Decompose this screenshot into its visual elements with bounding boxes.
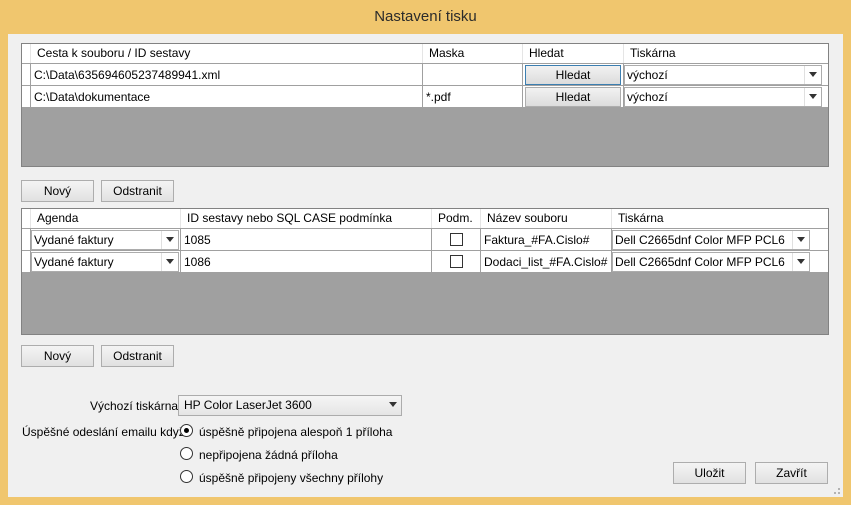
mask-cell[interactable] — [423, 64, 523, 86]
agenda-select-value: Vydané faktury — [34, 233, 114, 247]
table-row[interactable]: Vydané faktury 1085 Faktura_#FA.Cislo# D… — [22, 229, 828, 251]
default-printer-label: Výchozí tiskárna: — [90, 399, 182, 413]
agenda-cell: Vydané faktury — [31, 229, 181, 251]
table-row[interactable]: Vydané faktury 1086 Dodaci_list_#FA.Cisl… — [22, 251, 828, 273]
report-id-cell[interactable]: 1086 — [181, 251, 432, 273]
filename-cell[interactable]: Faktura_#FA.Cislo# — [481, 229, 612, 251]
printer-select-value: výchozí — [627, 90, 668, 104]
condition-checkbox[interactable] — [450, 255, 463, 268]
chevron-down-icon[interactable] — [161, 231, 178, 249]
grid1-remove-button[interactable]: Odstranit — [101, 180, 174, 202]
col-header-filename[interactable]: Název souboru — [481, 209, 612, 228]
printer-cell: výchozí — [624, 64, 828, 86]
close-button[interactable]: Zavřít — [755, 462, 828, 484]
table-row[interactable]: C:\Data\635694605237489941.xml Hledat vý… — [22, 64, 828, 86]
row-header-corner — [22, 209, 31, 228]
chevron-down-icon[interactable] — [385, 396, 401, 414]
row-selector[interactable] — [22, 251, 31, 273]
printer-select[interactable]: výchozí — [624, 65, 822, 85]
condition-cell — [432, 251, 481, 273]
chevron-down-icon[interactable] — [792, 231, 809, 249]
condition-checkbox[interactable] — [450, 233, 463, 246]
printer-cell: Dell C2665dnf Color MFP PCL6 — [612, 229, 828, 251]
col-header-report-id[interactable]: ID sestavy nebo SQL CASE podmínka — [181, 209, 432, 228]
chevron-down-icon[interactable] — [804, 66, 821, 84]
col-header-path[interactable]: Cesta k souboru / ID sestavy — [31, 44, 423, 63]
chevron-down-icon[interactable] — [792, 253, 809, 271]
printer-select[interactable]: Dell C2665dnf Color MFP PCL6 — [612, 230, 810, 250]
printer-select[interactable]: výchozí — [624, 87, 822, 107]
files-grid-header: Cesta k souboru / ID sestavy Maska Hleda… — [22, 44, 828, 64]
path-cell[interactable]: C:\Data\635694605237489941.xml — [31, 64, 423, 86]
col-header-printer[interactable]: Tiskárna — [624, 44, 828, 63]
printer-select-value: výchozí — [627, 68, 668, 82]
row-selector[interactable] — [22, 86, 31, 108]
printer-select-value: Dell C2665dnf Color MFP PCL6 — [615, 233, 785, 247]
chevron-down-icon[interactable] — [161, 253, 178, 271]
default-printer-value: HP Color LaserJet 3600 — [184, 398, 312, 412]
option-at-least-one-radio[interactable] — [180, 424, 193, 437]
col-header-search[interactable]: Hledat — [523, 44, 624, 63]
col-header-condition[interactable]: Podm. — [432, 209, 481, 228]
option-all-radio[interactable] — [180, 470, 193, 483]
printer-select-value: Dell C2665dnf Color MFP PCL6 — [615, 255, 785, 269]
option-none-label[interactable]: nepřipojena žádná příloha — [199, 448, 338, 462]
agenda-select-value: Vydané faktury — [34, 255, 114, 269]
option-none-radio[interactable] — [180, 447, 193, 460]
reports-grid[interactable]: Agenda ID sestavy nebo SQL CASE podmínka… — [21, 208, 829, 335]
col-header-agenda[interactable]: Agenda — [31, 209, 181, 228]
filename-cell[interactable]: Dodaci_list_#FA.Cislo# — [481, 251, 612, 273]
col-header-printer[interactable]: Tiskárna — [612, 209, 828, 228]
agenda-select[interactable]: Vydané faktury — [31, 252, 179, 272]
row-selector[interactable] — [22, 64, 31, 86]
reports-grid-header: Agenda ID sestavy nebo SQL CASE podmínka… — [22, 209, 828, 229]
report-id-cell[interactable]: 1085 — [181, 229, 432, 251]
option-at-least-one-label[interactable]: úspěšně připojena alespoň 1 příloha — [199, 425, 392, 439]
col-header-mask[interactable]: Maska — [423, 44, 523, 63]
default-printer-select[interactable]: HP Color LaserJet 3600 — [178, 395, 402, 416]
grid2-new-button[interactable]: Nový — [21, 345, 94, 367]
search-cell: Hledat — [523, 86, 624, 108]
dialog-client: Cesta k souboru / ID sestavy Maska Hleda… — [8, 34, 843, 497]
search-cell: Hledat — [523, 64, 624, 86]
printer-cell: výchozí — [624, 86, 828, 108]
path-cell[interactable]: C:\Data\dokumentace — [31, 86, 423, 108]
grid2-remove-button[interactable]: Odstranit — [101, 345, 174, 367]
mask-cell[interactable]: *.pdf — [423, 86, 523, 108]
files-grid[interactable]: Cesta k souboru / ID sestavy Maska Hleda… — [21, 43, 829, 167]
printer-select[interactable]: Dell C2665dnf Color MFP PCL6 — [612, 252, 810, 272]
condition-cell — [432, 229, 481, 251]
email-condition-label: Úspěšné odeslání emailu když: — [22, 425, 189, 439]
window-title: Nastavení tisku — [374, 8, 477, 25]
save-button[interactable]: Uložit — [673, 462, 746, 484]
agenda-select[interactable]: Vydané faktury — [31, 230, 179, 250]
agenda-cell: Vydané faktury — [31, 251, 181, 273]
resize-grip-icon[interactable] — [831, 485, 841, 495]
grid1-new-button[interactable]: Nový — [21, 180, 94, 202]
row-header-corner — [22, 44, 31, 63]
search-button[interactable]: Hledat — [525, 65, 621, 85]
chevron-down-icon[interactable] — [804, 88, 821, 106]
printer-cell: Dell C2665dnf Color MFP PCL6 — [612, 251, 828, 273]
option-all-label[interactable]: úspěšně připojeny všechny přílohy — [199, 471, 383, 485]
row-selector[interactable] — [22, 229, 31, 251]
table-row[interactable]: C:\Data\dokumentace *.pdf Hledat výchozí — [22, 86, 828, 108]
search-button[interactable]: Hledat — [525, 87, 621, 107]
